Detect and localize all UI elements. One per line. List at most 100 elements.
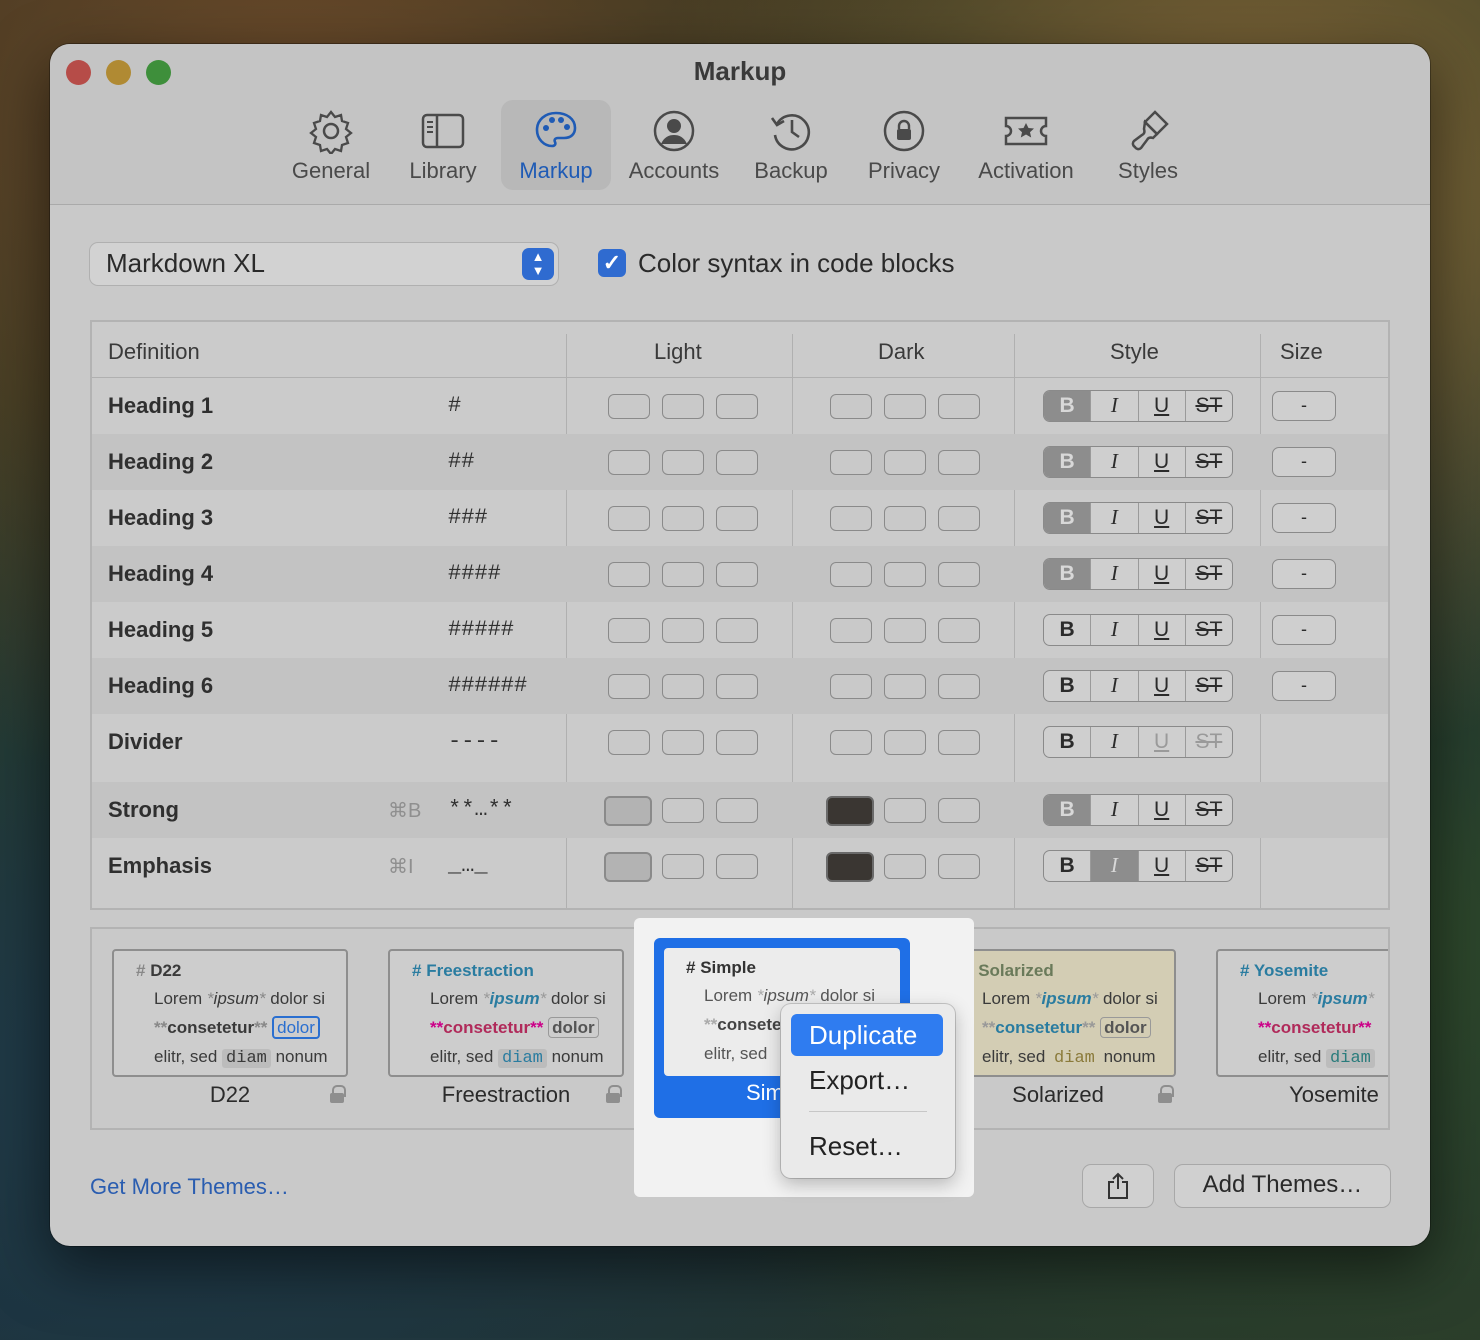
- bold-toggle[interactable]: B: [1044, 671, 1092, 701]
- dark-color-well[interactable]: [938, 394, 980, 419]
- flavor-popup-button[interactable]: Markdown XL ▲ ▼: [90, 243, 558, 285]
- bold-toggle[interactable]: B: [1044, 851, 1092, 881]
- light-color-well[interactable]: [608, 506, 650, 531]
- light-color-well[interactable]: [662, 730, 704, 755]
- dark-color-well[interactable]: [884, 450, 926, 475]
- size-popup[interactable]: -: [1272, 671, 1336, 701]
- light-color-well[interactable]: [716, 450, 758, 475]
- tab-privacy[interactable]: Privacy: [856, 100, 952, 190]
- italic-toggle[interactable]: I: [1091, 503, 1139, 533]
- dark-color-well[interactable]: [884, 854, 926, 879]
- strikethrough-toggle[interactable]: ST: [1186, 795, 1232, 825]
- bold-toggle[interactable]: B: [1044, 391, 1092, 421]
- strikethrough-toggle[interactable]: ST: [1186, 671, 1232, 701]
- style-segmented-control[interactable]: B I U ST: [1043, 794, 1233, 826]
- light-color-well[interactable]: [716, 562, 758, 587]
- light-color-well[interactable]: [608, 562, 650, 587]
- strikethrough-toggle[interactable]: ST: [1186, 391, 1232, 421]
- light-color-well[interactable]: [604, 852, 652, 882]
- italic-toggle[interactable]: I: [1091, 447, 1139, 477]
- strikethrough-toggle[interactable]: ST: [1186, 727, 1232, 757]
- light-color-well[interactable]: [716, 618, 758, 643]
- style-segmented-control[interactable]: B I U ST: [1043, 670, 1233, 702]
- table-row[interactable]: Strong ⌘B **…** B I U ST: [92, 782, 1388, 838]
- light-color-well[interactable]: [608, 674, 650, 699]
- dark-color-well[interactable]: [884, 730, 926, 755]
- theme-card-d22[interactable]: # D22 Lorem *ipsum* dolor si **consetetu…: [112, 949, 348, 1077]
- light-color-well[interactable]: [608, 618, 650, 643]
- strikethrough-toggle[interactable]: ST: [1186, 503, 1232, 533]
- dark-color-well[interactable]: [938, 562, 980, 587]
- dark-color-well[interactable]: [830, 394, 872, 419]
- dark-color-well[interactable]: [884, 506, 926, 531]
- dark-color-well[interactable]: [938, 730, 980, 755]
- italic-toggle[interactable]: I: [1091, 559, 1139, 589]
- size-popup[interactable]: -: [1272, 447, 1336, 477]
- table-row[interactable]: Heading 3 ### B I U ST -: [92, 490, 1388, 546]
- dark-color-well[interactable]: [884, 798, 926, 823]
- col-size[interactable]: Size: [1280, 339, 1323, 365]
- light-color-well[interactable]: [716, 674, 758, 699]
- share-button[interactable]: [1083, 1165, 1153, 1207]
- col-definition[interactable]: Definition: [108, 339, 200, 365]
- table-row[interactable]: Heading 1 # B I U ST -: [92, 378, 1388, 434]
- italic-toggle[interactable]: I: [1091, 615, 1139, 645]
- theme-card-freestraction[interactable]: # Freestraction Lorem *ipsum* dolor si *…: [388, 949, 624, 1077]
- add-themes-button[interactable]: Add Themes…: [1175, 1165, 1390, 1207]
- menu-item-duplicate[interactable]: Duplicate: [791, 1014, 943, 1056]
- tab-activation[interactable]: Activation: [966, 100, 1086, 190]
- table-row[interactable]: Heading 2 ## B I U ST -: [92, 434, 1388, 490]
- tab-accounts[interactable]: Accounts: [622, 100, 726, 190]
- light-color-well[interactable]: [662, 562, 704, 587]
- light-color-well[interactable]: [716, 506, 758, 531]
- strikethrough-toggle[interactable]: ST: [1186, 559, 1232, 589]
- italic-toggle[interactable]: I: [1091, 851, 1139, 881]
- dark-color-well[interactable]: [938, 618, 980, 643]
- style-segmented-control[interactable]: B I U ST: [1043, 446, 1233, 478]
- light-color-well[interactable]: [608, 730, 650, 755]
- light-color-well[interactable]: [716, 798, 758, 823]
- get-more-themes-link[interactable]: Get More Themes…: [90, 1174, 289, 1200]
- bold-toggle[interactable]: B: [1044, 503, 1092, 533]
- style-segmented-control[interactable]: B I U ST: [1043, 558, 1233, 590]
- light-color-well[interactable]: [662, 798, 704, 823]
- light-color-well[interactable]: [608, 450, 650, 475]
- strikethrough-toggle[interactable]: ST: [1186, 851, 1232, 881]
- col-dark[interactable]: Dark: [878, 339, 924, 365]
- light-color-well[interactable]: [716, 854, 758, 879]
- underline-toggle[interactable]: U: [1139, 559, 1186, 589]
- col-style[interactable]: Style: [1110, 339, 1159, 365]
- dark-color-well[interactable]: [830, 450, 872, 475]
- size-popup[interactable]: -: [1272, 559, 1336, 589]
- tab-styles[interactable]: Styles: [1102, 100, 1194, 190]
- strikethrough-toggle[interactable]: ST: [1186, 615, 1232, 645]
- dark-color-well[interactable]: [826, 796, 874, 826]
- underline-toggle[interactable]: U: [1139, 615, 1186, 645]
- dark-color-well[interactable]: [938, 798, 980, 823]
- tab-library[interactable]: Library: [396, 100, 490, 190]
- table-row[interactable]: Divider ---- B I U ST: [92, 714, 1388, 770]
- dark-color-well[interactable]: [884, 562, 926, 587]
- light-color-well[interactable]: [716, 394, 758, 419]
- table-row[interactable]: Heading 4 #### B I U ST -: [92, 546, 1388, 602]
- style-segmented-control[interactable]: B I U ST: [1043, 502, 1233, 534]
- dark-color-well[interactable]: [938, 854, 980, 879]
- dark-color-well[interactable]: [884, 618, 926, 643]
- dark-color-well[interactable]: [830, 674, 872, 699]
- style-segmented-control[interactable]: B I U ST: [1043, 614, 1233, 646]
- dark-color-well[interactable]: [826, 852, 874, 882]
- dark-color-well[interactable]: [830, 562, 872, 587]
- italic-toggle[interactable]: I: [1091, 671, 1139, 701]
- dark-color-well[interactable]: [938, 506, 980, 531]
- bold-toggle[interactable]: B: [1044, 559, 1092, 589]
- menu-item-export[interactable]: Export…: [791, 1059, 943, 1101]
- underline-toggle[interactable]: U: [1139, 727, 1186, 757]
- underline-toggle[interactable]: U: [1139, 671, 1186, 701]
- table-row[interactable]: Heading 5 ##### B I U ST -: [92, 602, 1388, 658]
- style-segmented-control[interactable]: B I U ST: [1043, 850, 1233, 882]
- dark-color-well[interactable]: [830, 618, 872, 643]
- color-syntax-checkbox[interactable]: ✓: [598, 249, 626, 277]
- light-color-well[interactable]: [662, 674, 704, 699]
- dark-color-well[interactable]: [830, 506, 872, 531]
- underline-toggle[interactable]: U: [1139, 447, 1186, 477]
